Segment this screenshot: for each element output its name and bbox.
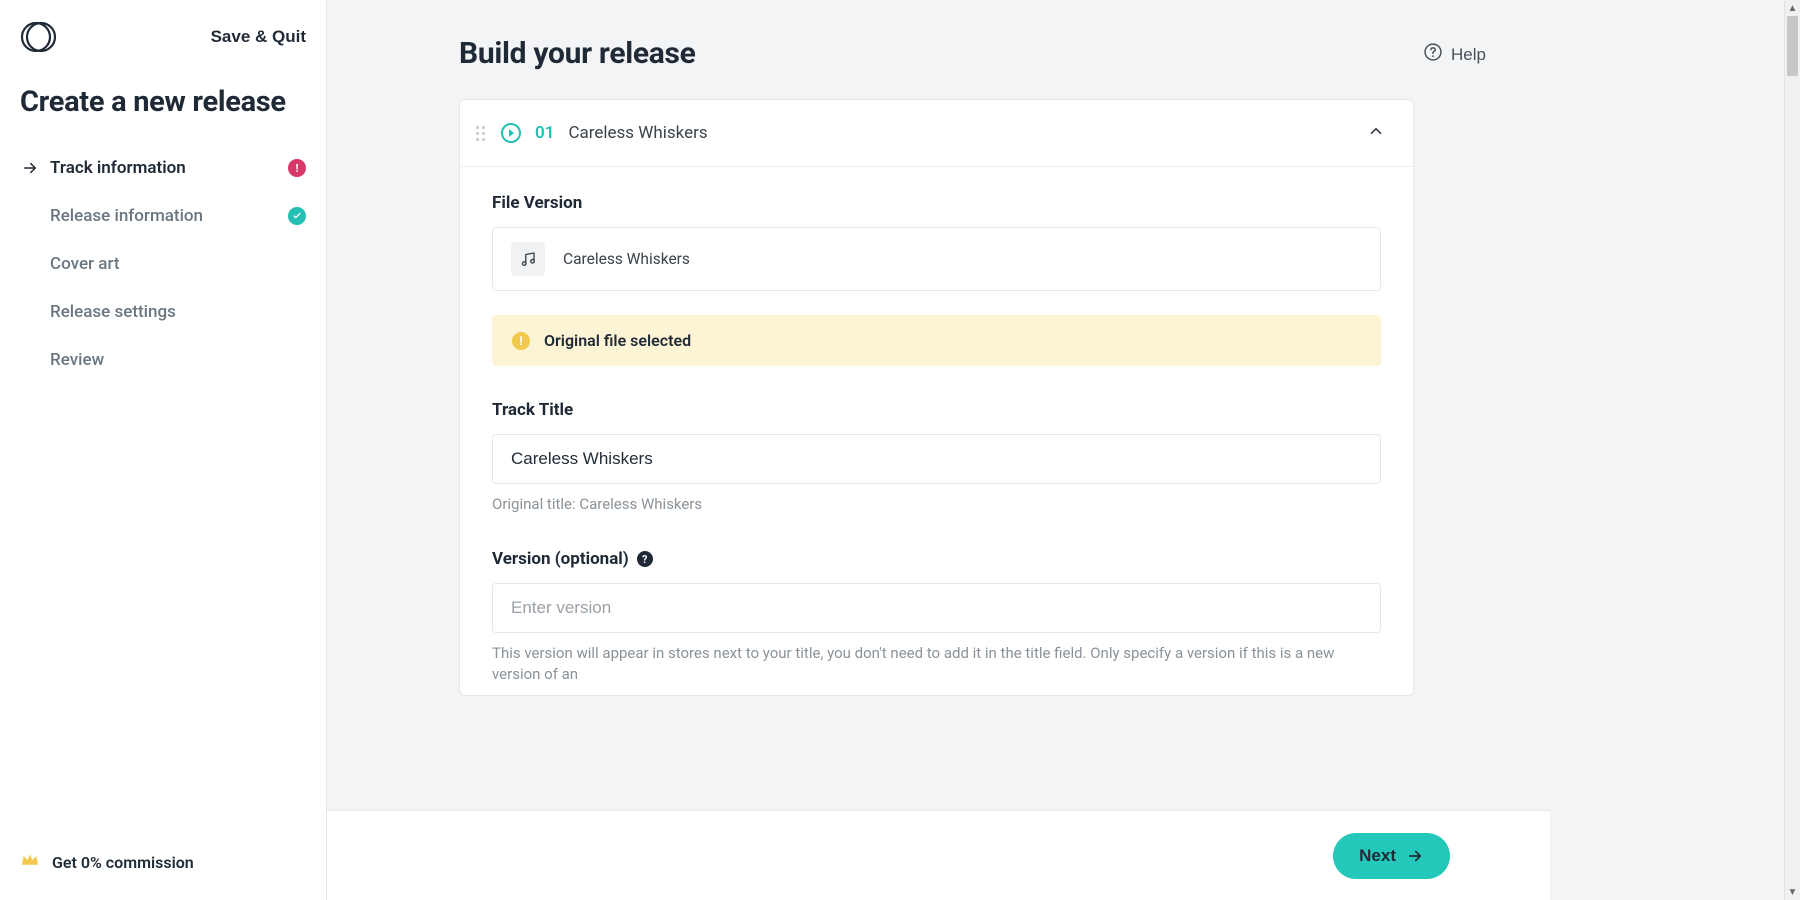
track-name: Careless Whiskers [568, 123, 707, 143]
track-title-helper: Original title: Careless Whiskers [492, 494, 1381, 515]
version-input[interactable] [492, 583, 1381, 633]
file-name: Careless Whiskers [563, 250, 690, 268]
scrollbar-down-icon[interactable]: ▼ [1785, 884, 1800, 900]
nav-label: Release information [50, 206, 203, 226]
nav-item-track-information[interactable]: Track information ! [14, 144, 312, 192]
app-root: Save & Quit Create a new release Track i… [0, 0, 1550, 900]
track-card-header[interactable]: 01 Careless Whiskers [460, 100, 1413, 167]
status-error-icon: ! [288, 159, 306, 177]
page-header: Build your release Help [459, 36, 1486, 71]
track-card-body: File Version Careless Whiskers ! Origina… [460, 167, 1413, 695]
track-title-field: Track Title Original title: Careless Whi… [492, 400, 1381, 515]
main: Build your release Help 01 Careless Whis… [327, 0, 1550, 900]
track-number: 01 [535, 123, 554, 143]
version-field: Version (optional) ? This version will a… [492, 549, 1381, 685]
next-button[interactable]: Next [1333, 833, 1450, 879]
arrow-right-icon [20, 159, 40, 177]
track-title-input[interactable] [492, 434, 1381, 484]
sidebar-top: Save & Quit [0, 0, 326, 66]
commission-banner[interactable]: Get 0% commission [0, 832, 326, 900]
save-and-quit-button[interactable]: Save & Quit [211, 27, 306, 47]
track-title-label: Track Title [492, 400, 1381, 420]
nav-label: Release settings [50, 302, 176, 322]
chevron-up-icon [1367, 122, 1385, 144]
footer-bar: Next [327, 810, 1550, 900]
help-icon [1423, 42, 1443, 67]
warning-icon: ! [512, 332, 530, 350]
sidebar-nav: Track information ! Release information … [0, 144, 326, 384]
nav-label: Cover art [50, 254, 120, 274]
commission-text: Get 0% commission [52, 853, 194, 872]
nav-item-release-settings[interactable]: Release settings [14, 288, 312, 336]
help-button[interactable]: Help [1423, 42, 1486, 67]
nav-label: Track information [50, 158, 186, 178]
scrollbar-up-icon[interactable]: ▲ [1785, 0, 1800, 16]
help-label: Help [1451, 45, 1486, 65]
arrow-right-icon [1406, 847, 1424, 865]
content-scroll[interactable]: Build your release Help 01 Careless Whis… [327, 0, 1550, 900]
next-label: Next [1359, 846, 1396, 866]
file-version-box[interactable]: Careless Whiskers [492, 227, 1381, 291]
track-card: 01 Careless Whiskers File Version Carele… [459, 99, 1414, 696]
window-scrollbar[interactable]: ▲ ▼ [1784, 0, 1800, 900]
nav-item-release-information[interactable]: Release information [14, 192, 312, 240]
crown-icon [20, 852, 40, 872]
sidebar: Save & Quit Create a new release Track i… [0, 0, 327, 900]
page-title: Build your release [459, 36, 696, 71]
play-icon[interactable] [501, 123, 521, 143]
logo-icon [20, 18, 58, 56]
version-helper: This version will appear in stores next … [492, 643, 1381, 685]
nav-item-cover-art[interactable]: Cover art [14, 240, 312, 288]
info-icon[interactable]: ? [637, 551, 653, 567]
music-note-icon [511, 242, 545, 276]
scrollbar-thumb[interactable] [1787, 16, 1798, 76]
file-alert: ! Original file selected [492, 315, 1381, 366]
drag-handle-icon[interactable] [474, 124, 487, 143]
status-ok-icon [288, 207, 306, 225]
sidebar-title: Create a new release [0, 66, 326, 144]
file-version-label: File Version [492, 193, 1381, 213]
nav-label: Review [50, 350, 104, 370]
file-alert-message: Original file selected [544, 331, 691, 350]
version-label: Version (optional) [492, 549, 629, 569]
nav-item-review[interactable]: Review [14, 336, 312, 384]
